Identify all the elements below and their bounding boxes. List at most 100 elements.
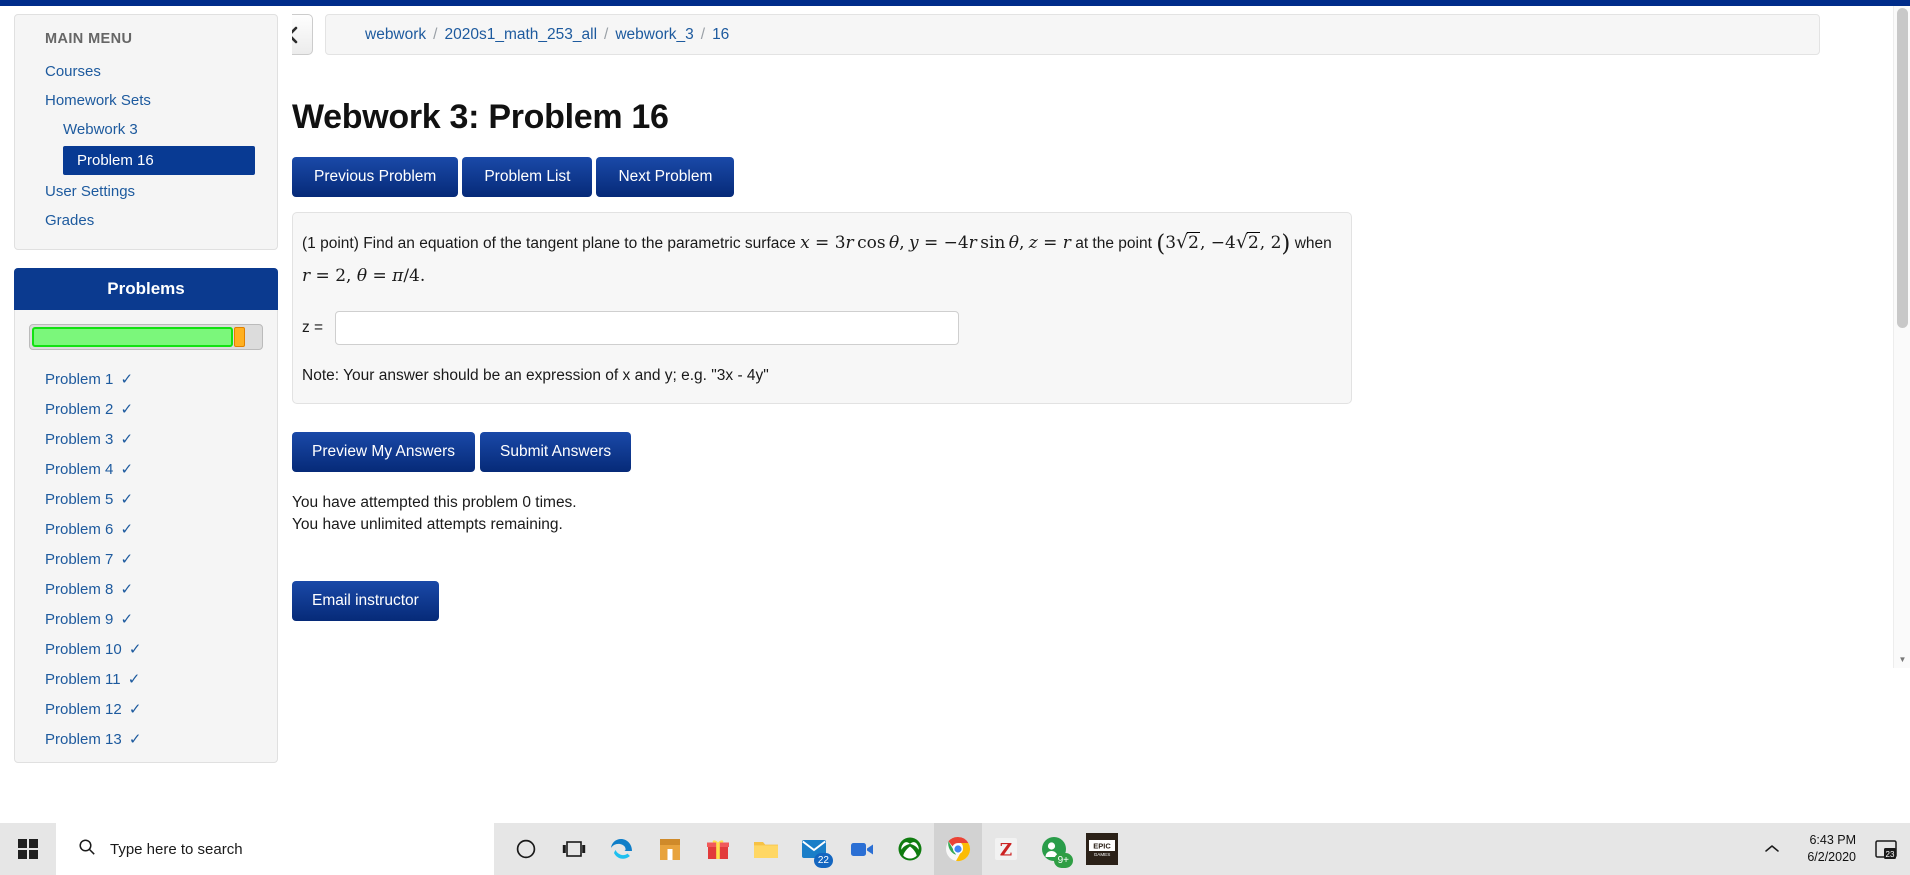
- messenger-icon[interactable]: 9+: [1030, 823, 1078, 875]
- email-instructor-row: Email instructor: [292, 580, 1865, 621]
- problem-list-item[interactable]: Problem 1 ✓: [15, 364, 277, 394]
- next-problem-button[interactable]: Next Problem: [596, 157, 735, 197]
- problem-list-item[interactable]: Problem 5 ✓: [15, 484, 277, 514]
- edge-icon[interactable]: [598, 823, 646, 875]
- preview-answers-button[interactable]: Preview My Answers: [292, 431, 475, 472]
- answer-input[interactable]: [335, 310, 960, 345]
- progress-bar-pending: [233, 327, 246, 347]
- sidebar-item-problem-16[interactable]: Problem 16: [63, 146, 255, 175]
- sidebar-item-courses[interactable]: Courses: [15, 57, 277, 86]
- taskbar-search[interactable]: Type here to search: [56, 823, 494, 875]
- attempts-made: You have attempted this problem 0 times.: [292, 493, 577, 511]
- problem-list-item-label: Problem 11: [45, 671, 121, 688]
- problem-list-button[interactable]: Problem List: [462, 157, 593, 197]
- sidebar-item-homework-sets[interactable]: Homework Sets: [15, 86, 277, 115]
- magnifier-icon: [78, 838, 96, 860]
- breadcrumb: webwork / 2020s1_math_253_all / webwork_…: [325, 14, 1820, 55]
- problem-correct-check-icon: ✓: [116, 431, 134, 448]
- problem-list-item[interactable]: Problem 2 ✓: [15, 394, 277, 424]
- clock-time: 6:43 PM: [1809, 833, 1856, 848]
- cortana-icon[interactable]: [502, 823, 550, 875]
- problem-correct-check-icon: ✓: [123, 671, 141, 688]
- file-explorer-icon[interactable]: [742, 823, 790, 875]
- problem-correct-check-icon: ✓: [116, 491, 134, 508]
- equation-y: y = −4r sin θ: [908, 233, 1019, 253]
- problem-statement-box: (1 point) Find an equation of the tangen…: [292, 212, 1352, 404]
- problem-nav-buttons: Previous Problem Problem List Next Probl…: [292, 157, 1865, 197]
- problem-list-item[interactable]: Problem 12 ✓: [15, 694, 277, 724]
- svg-text:23: 23: [1886, 850, 1895, 859]
- breadcrumb-item-problem: 16: [712, 25, 730, 43]
- problem-statement: (1 point) Find an equation of the tangen…: [302, 231, 1332, 286]
- breadcrumb-item-course[interactable]: 2020s1_math_253_all: [444, 26, 597, 44]
- problems-panel-header: Problems: [14, 268, 278, 310]
- problem-text-at-point: at the point: [1075, 235, 1152, 252]
- xbox-icon[interactable]: [886, 823, 934, 875]
- problem-list-item[interactable]: Problem 8 ✓: [15, 574, 277, 604]
- clock-date: 6/2/2020: [1807, 850, 1856, 864]
- sidebar-item-webwork-3[interactable]: Webwork 3: [15, 115, 277, 144]
- video-chat-icon[interactable]: [838, 823, 886, 875]
- breadcrumb-item-webwork[interactable]: webwork: [365, 26, 426, 44]
- attempts-remaining: You have unlimited attempts remaining.: [292, 516, 563, 534]
- main-menu-panel: MAIN MENU Courses Homework Sets Webwork …: [14, 14, 278, 250]
- task-view-icon[interactable]: [550, 823, 598, 875]
- problem-list-item-label: Problem 6: [45, 521, 114, 538]
- problem-list-item[interactable]: Problem 13 ✓: [15, 724, 277, 754]
- problem-list-item-label: Problem 1: [45, 371, 114, 388]
- answer-row: z =: [302, 310, 1351, 345]
- chevron-left-icon: [292, 26, 299, 44]
- problem-list-item-label: Problem 5: [45, 491, 114, 508]
- equation-x: x = 3r cos θ: [800, 233, 900, 253]
- email-instructor-button[interactable]: Email instructor: [292, 580, 439, 621]
- taskbar-clock[interactable]: 6:43 PM 6/2/2020: [1795, 832, 1868, 866]
- mail-icon[interactable]: 22: [790, 823, 838, 875]
- problem-text-intro: Find an equation of the tangent plane to…: [363, 235, 796, 252]
- problem-list-item[interactable]: Problem 6 ✓: [15, 514, 277, 544]
- page-scrollbar-thumb[interactable]: [1897, 8, 1908, 328]
- zotero-icon[interactable]: Z: [982, 823, 1030, 875]
- point-coordinates: (3√2, −4√2, 2): [1156, 231, 1291, 257]
- main-content: webwork / 2020s1_math_253_all / webwork_…: [292, 6, 1865, 836]
- mail-badge: 22: [813, 853, 833, 868]
- gift-icon[interactable]: [694, 823, 742, 875]
- svg-text:GAMES: GAMES: [1094, 852, 1111, 857]
- show-hidden-icons-button[interactable]: [1749, 842, 1795, 857]
- breadcrumb-separator: /: [700, 25, 706, 43]
- problem-correct-check-icon: ✓: [116, 401, 134, 418]
- action-center-icon[interactable]: 23: [1868, 823, 1904, 875]
- breadcrumb-item-set[interactable]: webwork_3: [615, 26, 693, 44]
- microsoft-store-icon[interactable]: [646, 823, 694, 875]
- start-button[interactable]: [0, 823, 56, 875]
- answer-action-buttons: Preview My Answers Submit Answers: [292, 431, 1865, 472]
- page-scrollbar[interactable]: ▲ ▼: [1893, 6, 1910, 668]
- scroll-down-arrow[interactable]: ▼: [1894, 651, 1910, 668]
- problem-list-item[interactable]: Problem 11 ✓: [15, 664, 277, 694]
- chrome-icon[interactable]: [934, 823, 982, 875]
- problem-correct-check-icon: ✓: [116, 521, 134, 538]
- back-button[interactable]: [292, 14, 313, 55]
- epic-games-icon[interactable]: EPIC GAMES: [1078, 823, 1126, 875]
- problem-list-item-label: Problem 8: [45, 581, 114, 598]
- svg-text:EPIC: EPIC: [1093, 842, 1111, 851]
- windows-logo-icon: [17, 838, 39, 860]
- problem-list-item-label: Problem 13: [45, 731, 122, 748]
- problem-list-item[interactable]: Problem 4 ✓: [15, 454, 277, 484]
- problem-correct-check-icon: ✓: [116, 461, 134, 478]
- breadcrumb-separator: /: [604, 25, 609, 43]
- problem-list-item-label: Problem 7: [45, 551, 114, 568]
- problem-correct-check-icon: ✓: [116, 551, 134, 568]
- problem-list-item[interactable]: Problem 10 ✓: [15, 634, 277, 664]
- submit-answers-button[interactable]: Submit Answers: [479, 431, 632, 472]
- problem-list-item[interactable]: Problem 3 ✓: [15, 424, 277, 454]
- search-placeholder-text: Type here to search: [110, 840, 243, 858]
- sidebar-item-user-settings[interactable]: User Settings: [15, 177, 277, 206]
- messenger-badge: 9+: [1053, 853, 1073, 868]
- attempt-status: You have attempted this problem 0 times.…: [292, 492, 1865, 537]
- previous-problem-button[interactable]: Previous Problem: [292, 157, 459, 197]
- equation-z: z = r: [1028, 233, 1071, 253]
- problem-list-item[interactable]: Problem 7 ✓: [15, 544, 277, 574]
- problem-list-item[interactable]: Problem 9 ✓: [15, 604, 277, 634]
- sidebar-item-grades[interactable]: Grades: [15, 206, 277, 235]
- problem-list-item-label: Problem 12: [45, 701, 122, 718]
